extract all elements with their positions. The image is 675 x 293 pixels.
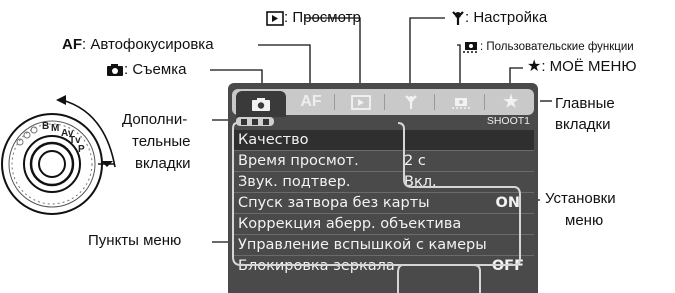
sub-tabs-line2: тельные (132, 133, 191, 150)
playback-icon (266, 10, 284, 26)
camera-icon (107, 64, 123, 77)
sub-tabs-line3: вкладки (135, 155, 191, 172)
playback-label: : Просмотр (284, 9, 361, 26)
menu-brackets (232, 122, 521, 293)
dial-label-b: B (42, 121, 49, 132)
shooting-label: : Съемка (124, 61, 187, 78)
main-tabs-line1: Главные (555, 95, 615, 112)
af-prefix: AF (62, 36, 82, 53)
setup-callout: : Настройка (451, 9, 547, 27)
mymenu-callout: ★: МОЁ МЕНЮ (527, 58, 637, 76)
camera-menu-screen: AF ★ SHOOT1 Качество Время просмот. 2 с … (228, 83, 538, 293)
mymenu-label: : МОЁ МЕНЮ (541, 58, 637, 75)
dial-label-p: P (78, 144, 85, 155)
af-label: : Автофокусировка (82, 36, 214, 53)
sub-tabs-line1: Дополни- (122, 111, 188, 128)
main-tabs-line2: вкладки (555, 116, 611, 133)
wrench-icon (452, 11, 464, 26)
custom-label: : Пользовательские функции (480, 41, 634, 53)
star-icon: ★ (527, 58, 542, 75)
sub-tabs-callout: Дополни- тельные вкладки (122, 109, 191, 175)
settings-line2: меню (565, 212, 604, 229)
shooting-callout: : Съемка (106, 61, 186, 79)
main-tabs-callout: Главные вкладки (555, 93, 615, 135)
dial-label-m: M (51, 123, 59, 134)
setup-label: : Настройка (465, 9, 548, 26)
mode-dial: B M Av Tv P (1, 95, 116, 215)
custom-functions-icon (463, 42, 479, 53)
settings-callout: Установки меню (545, 188, 616, 232)
playback-callout: : Просмотр (266, 9, 361, 27)
settings-line1: Установки (545, 190, 616, 207)
af-callout: AF: Автофокусировка (62, 36, 214, 54)
custom-callout: : Пользовательские функции (462, 37, 634, 56)
